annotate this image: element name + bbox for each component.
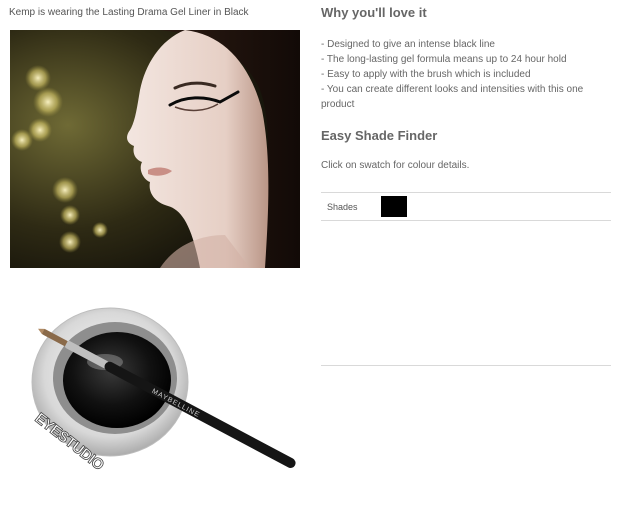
benefit-item: - Designed to give an intense black line [321,39,495,50]
benefits-list: - Designed to give an intense black line… [321,37,606,112]
benefit-item: - The long-lasting gel formula means up … [321,54,567,65]
section-divider [321,365,611,366]
swatch-instruction: Click on swatch for colour details. [321,160,470,171]
image-caption: Kemp is wearing the Lasting Drama Gel Li… [9,7,249,18]
shade-swatch-black[interactable] [381,196,407,217]
benefit-item: - Easy to apply with the brush which is … [321,69,531,80]
model-photo [10,30,300,268]
shades-row: Shades [321,192,611,221]
why-love-heading: Why you'll love it [321,5,427,20]
shades-label: Shades [327,202,358,212]
product-photo: EYESTUDIO MAYBELLINE [20,300,300,500]
shade-finder-heading: Easy Shade Finder [321,128,438,143]
benefit-item: - You can create different looks and int… [321,84,584,110]
